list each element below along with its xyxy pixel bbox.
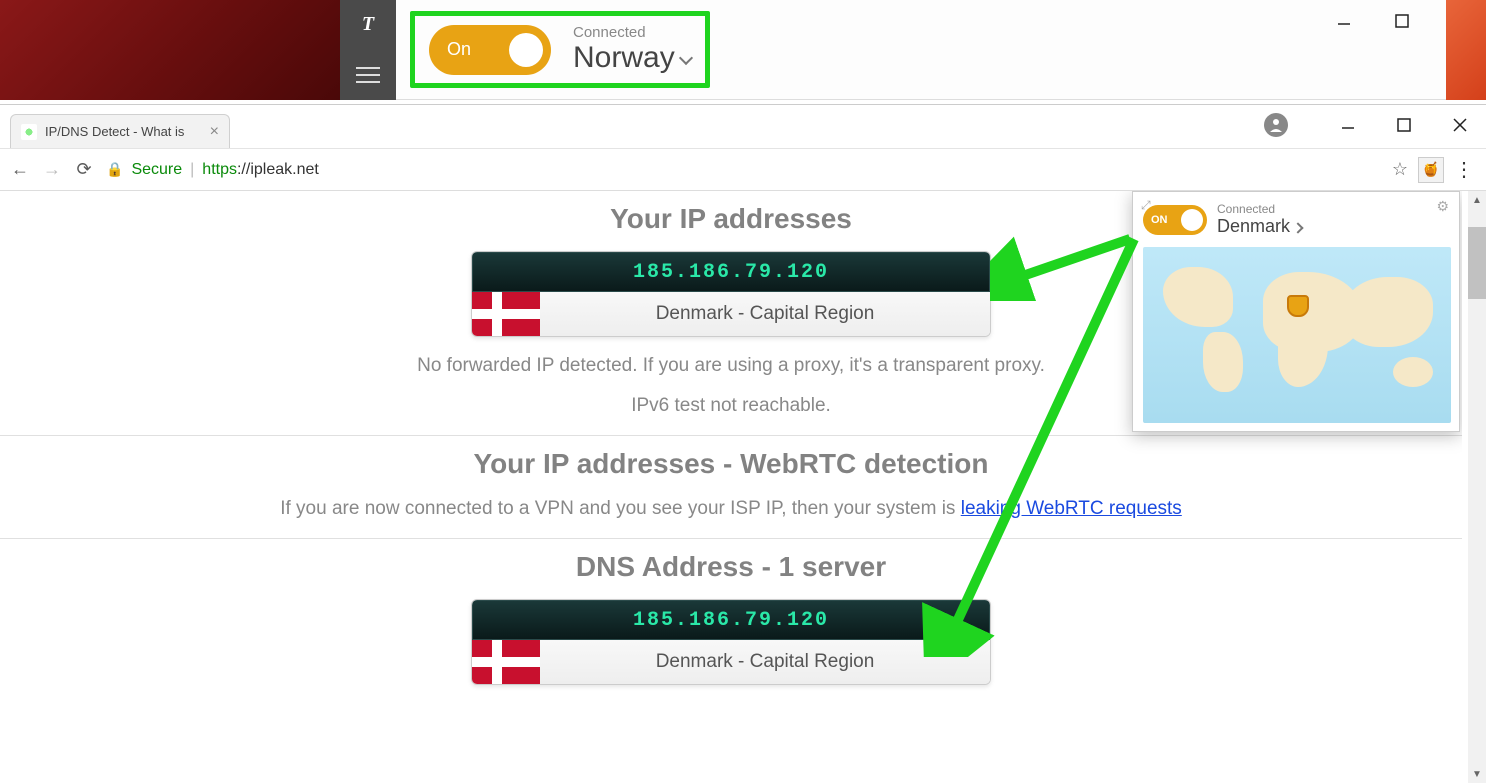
vpn-country-label: Norway — [573, 41, 675, 74]
profile-avatar-icon[interactable] — [1264, 113, 1288, 137]
vpn-toggle[interactable]: On — [429, 25, 551, 75]
ip-location-label: Denmark - Capital Region — [540, 303, 990, 325]
webrtc-leak-link[interactable]: leaking WebRTC requests — [961, 498, 1182, 519]
tab-title-label: IP/DNS Detect - What is — [45, 124, 202, 139]
gear-icon[interactable]: ⚙ — [1436, 198, 1449, 215]
ext-country-label: Denmark — [1217, 216, 1290, 236]
extension-button[interactable]: 🍯 — [1418, 157, 1444, 183]
desktop-wallpaper-right — [1446, 0, 1486, 100]
vpn-logo-letter: T — [362, 13, 374, 36]
hamburger-menu-button[interactable] — [340, 50, 396, 100]
vpn-status-highlight-box: On Connected Norway — [410, 11, 710, 88]
close-button[interactable] — [1446, 114, 1474, 136]
vpn-toggle-knob — [509, 33, 543, 67]
url-divider: | — [190, 161, 194, 179]
url-host: ://ipleak.net — [237, 161, 319, 178]
browser-menu-icon[interactable]: ⋮ — [1454, 157, 1472, 182]
chevron-down-icon — [679, 51, 693, 65]
dns-location-label: Denmark - Capital Region — [540, 651, 990, 673]
lock-icon: 🔒 — [106, 161, 123, 178]
browser-tab-strip: IP/DNS Detect - What is × — [0, 105, 1486, 149]
desktop-wallpaper-left — [0, 0, 340, 100]
vpn-app-bar: T On Connected Norway — [0, 0, 1486, 100]
ip-address-value: 185.186.79.120 — [472, 252, 990, 292]
ext-status-label: Connected — [1217, 202, 1449, 216]
flag-denmark-icon — [472, 640, 540, 684]
tab-favicon — [21, 124, 37, 140]
browser-tab[interactable]: IP/DNS Detect - What is × — [10, 114, 230, 148]
ip-result-box: 185.186.79.120 Denmark - Capital Region — [471, 251, 991, 337]
heading-dns: DNS Address - 1 server — [0, 551, 1462, 583]
ext-toggle-label: ON — [1151, 214, 1168, 226]
maximize-button[interactable] — [1388, 10, 1416, 32]
webrtc-info-text: If you are now connected to a VPN and yo… — [0, 498, 1462, 520]
browser-window: IP/DNS Detect - What is × ← → ⟳ 🔒 Secure… — [0, 104, 1486, 783]
vpn-connection-info[interactable]: Connected Norway — [573, 24, 691, 75]
minimize-button[interactable] — [1334, 114, 1362, 136]
maximize-button[interactable] — [1390, 114, 1418, 136]
scrollbar[interactable]: ▲ ▼ — [1468, 191, 1486, 783]
vpn-app-logo: T — [340, 0, 396, 50]
scroll-down-arrow[interactable]: ▼ — [1468, 765, 1486, 783]
dns-result-box: 185.186.79.120 Denmark - Capital Region — [471, 599, 991, 685]
vpn-panel: T On Connected Norway — [340, 0, 1486, 100]
chevron-right-icon — [1292, 222, 1303, 233]
scroll-thumb[interactable] — [1468, 227, 1486, 299]
scroll-up-arrow[interactable]: ▲ — [1468, 191, 1486, 209]
secure-indicator: Secure — [131, 161, 182, 179]
bookmark-star-icon[interactable]: ☆ — [1392, 159, 1408, 180]
ext-toggle[interactable]: ON — [1143, 205, 1207, 235]
window-controls-browser — [1264, 113, 1474, 137]
back-button[interactable]: ← — [10, 160, 30, 180]
vpn-status-label: Connected — [573, 24, 691, 41]
flag-denmark-icon — [472, 292, 540, 336]
extension-popup: ⤢ ⚙ ON Connected Denmark — [1132, 191, 1460, 432]
ext-toggle-knob — [1181, 209, 1203, 231]
url-field[interactable]: 🔒 Secure | https://ipleak.net — [106, 161, 1380, 179]
vpn-toggle-label: On — [447, 39, 471, 60]
reload-button[interactable]: ⟳ — [74, 160, 94, 180]
minimize-button[interactable] — [1330, 10, 1358, 32]
page-content: Your IP addresses 185.186.79.120 Denmark… — [0, 191, 1462, 783]
world-map[interactable] — [1143, 247, 1451, 423]
dns-address-value: 185.186.79.120 — [472, 600, 990, 640]
webrtc-text-prefix: If you are now connected to a VPN and yo… — [280, 498, 961, 519]
address-bar: ← → ⟳ 🔒 Secure | https://ipleak.net ☆ 🍯 … — [0, 149, 1486, 191]
map-marker-icon — [1287, 295, 1309, 317]
url-scheme: https — [202, 161, 237, 178]
forward-button[interactable]: → — [42, 160, 62, 180]
ext-connection-selector[interactable]: Connected Denmark — [1217, 202, 1449, 237]
tab-close-icon[interactable]: × — [210, 123, 219, 141]
heading-webrtc: Your IP addresses - WebRTC detection — [0, 448, 1462, 480]
